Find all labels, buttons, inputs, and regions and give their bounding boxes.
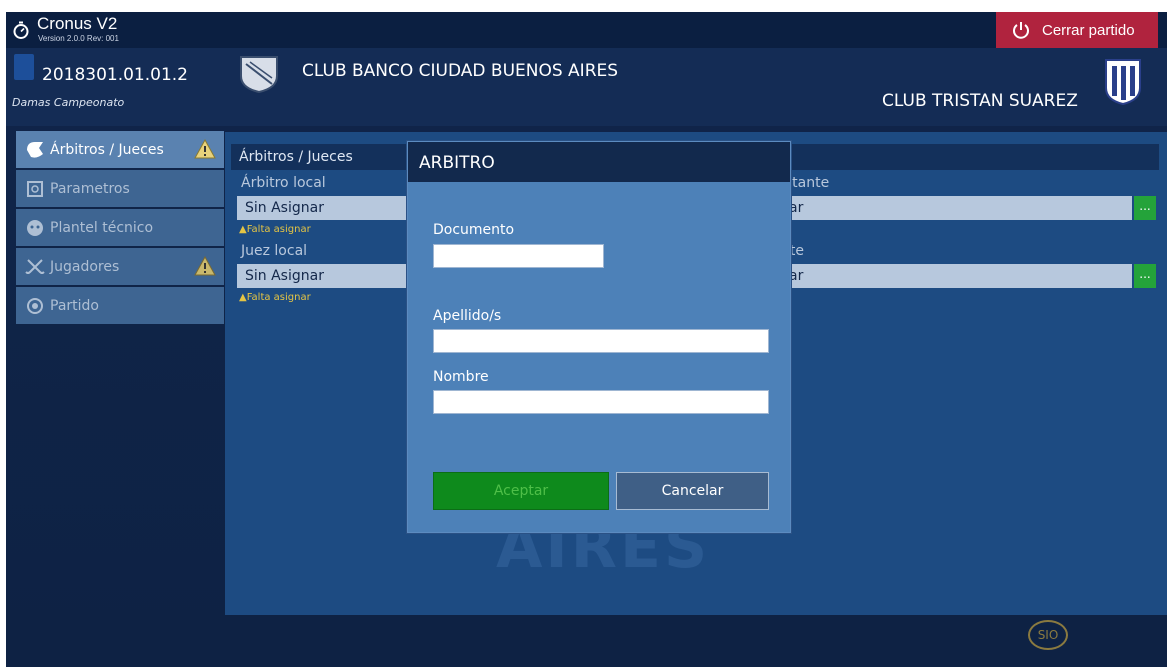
arbitro-local-missing-text: Falta asignar bbox=[246, 224, 311, 235]
arbitro-local-field[interactable]: Sin Asignar bbox=[237, 196, 407, 220]
arbitro-local-missing: ▲Falta asignar bbox=[239, 224, 311, 235]
match-header: 2018301.01.01.2 Damas Campeonato CLUB BA… bbox=[6, 48, 1167, 126]
juez-local-missing: ▲Falta asignar bbox=[239, 292, 311, 303]
sio-logo: SIO bbox=[1028, 620, 1068, 650]
warning-icon bbox=[194, 139, 216, 159]
sidebar-item-partido[interactable]: Partido bbox=[16, 287, 224, 324]
dialog-header: ARBITRO bbox=[408, 142, 790, 182]
nombre-input[interactable] bbox=[433, 390, 769, 414]
close-match-label: Cerrar partido bbox=[1042, 21, 1135, 39]
club-local-name: CLUB BANCO CIUDAD BUENOS AIRES bbox=[302, 61, 619, 81]
club-visitor-name: CLUB TRISTAN SUAREZ bbox=[882, 91, 1078, 111]
arbitro-visitante-field[interactable]: ar bbox=[781, 196, 1132, 220]
sidebar-item-parametros[interactable]: Parametros bbox=[16, 170, 224, 207]
arbitro-local-value: Sin Asignar bbox=[245, 200, 324, 216]
club-local-shield-icon bbox=[240, 56, 278, 94]
sidebar-item-label: Parametros bbox=[50, 180, 130, 197]
sidebar-item-label: Partido bbox=[50, 297, 99, 314]
documento-label: Documento bbox=[433, 222, 515, 238]
arbitro-local-label: Árbitro local bbox=[241, 175, 326, 191]
accept-button[interactable]: Aceptar bbox=[433, 472, 609, 510]
sidebar: Árbitros / Jueces Parametros Plantel téc… bbox=[16, 131, 224, 326]
apellido-input[interactable] bbox=[433, 329, 769, 353]
sidebar-item-label: Jugadores bbox=[50, 258, 120, 275]
club-visitor-shield-icon bbox=[1105, 59, 1141, 106]
match-category: Damas Campeonato bbox=[12, 96, 125, 109]
sidebar-item-arbitros[interactable]: Árbitros / Jueces bbox=[16, 131, 224, 168]
apellido-label: Apellido/s bbox=[433, 308, 502, 324]
sidebar-item-jugadores[interactable]: Jugadores bbox=[16, 248, 224, 285]
arbitro-visitante-value: ar bbox=[789, 200, 804, 216]
close-match-button[interactable]: Cerrar partido bbox=[996, 12, 1158, 48]
ball-icon bbox=[24, 295, 46, 317]
dialog-title: ARBITRO bbox=[419, 153, 495, 173]
competition-icon bbox=[14, 54, 34, 80]
juez-local-value: Sin Asignar bbox=[245, 268, 324, 284]
warning-icon bbox=[194, 256, 216, 276]
app-version: Version 2.0.0 Rev: 001 bbox=[38, 34, 119, 43]
app-window: Cronus V2 Version 2.0.0 Rev: 001 Cerrar … bbox=[6, 12, 1167, 667]
juez-visitante-value: ar bbox=[789, 268, 804, 284]
juez-visitante-field[interactable]: ar bbox=[781, 264, 1132, 288]
app-title: Cronus V2 bbox=[37, 14, 118, 33]
juez-visitante-select-button[interactable]: ... bbox=[1134, 264, 1156, 288]
arbitro-visitante-select-button[interactable]: ... bbox=[1134, 196, 1156, 220]
match-code: 2018301.01.01.2 bbox=[42, 65, 189, 85]
coach-icon bbox=[24, 217, 46, 239]
juez-local-field[interactable]: Sin Asignar bbox=[237, 264, 407, 288]
sidebar-item-label: Plantel técnico bbox=[50, 219, 154, 236]
arbitro-dialog: ARBITRO Documento Apellido/s Nombre Acep… bbox=[407, 141, 791, 533]
nombre-label: Nombre bbox=[433, 369, 489, 385]
referee-icon bbox=[24, 139, 46, 161]
stopwatch-icon bbox=[13, 21, 29, 39]
cancel-button[interactable]: Cancelar bbox=[616, 472, 769, 510]
title-bar: Cronus V2 Version 2.0.0 Rev: 001 Cerrar … bbox=[6, 12, 1167, 48]
settings-board-icon bbox=[24, 178, 46, 200]
juez-local-missing-text: Falta asignar bbox=[246, 292, 311, 303]
sidebar-item-label: Árbitros / Jueces bbox=[50, 141, 164, 158]
panel-title: Árbitros / Jueces bbox=[239, 149, 353, 165]
sticks-icon bbox=[24, 256, 46, 278]
power-icon bbox=[1013, 22, 1029, 39]
juez-local-label: Juez local bbox=[241, 243, 308, 259]
sidebar-item-plantel[interactable]: Plantel técnico bbox=[16, 209, 224, 246]
documento-input[interactable] bbox=[433, 244, 604, 268]
